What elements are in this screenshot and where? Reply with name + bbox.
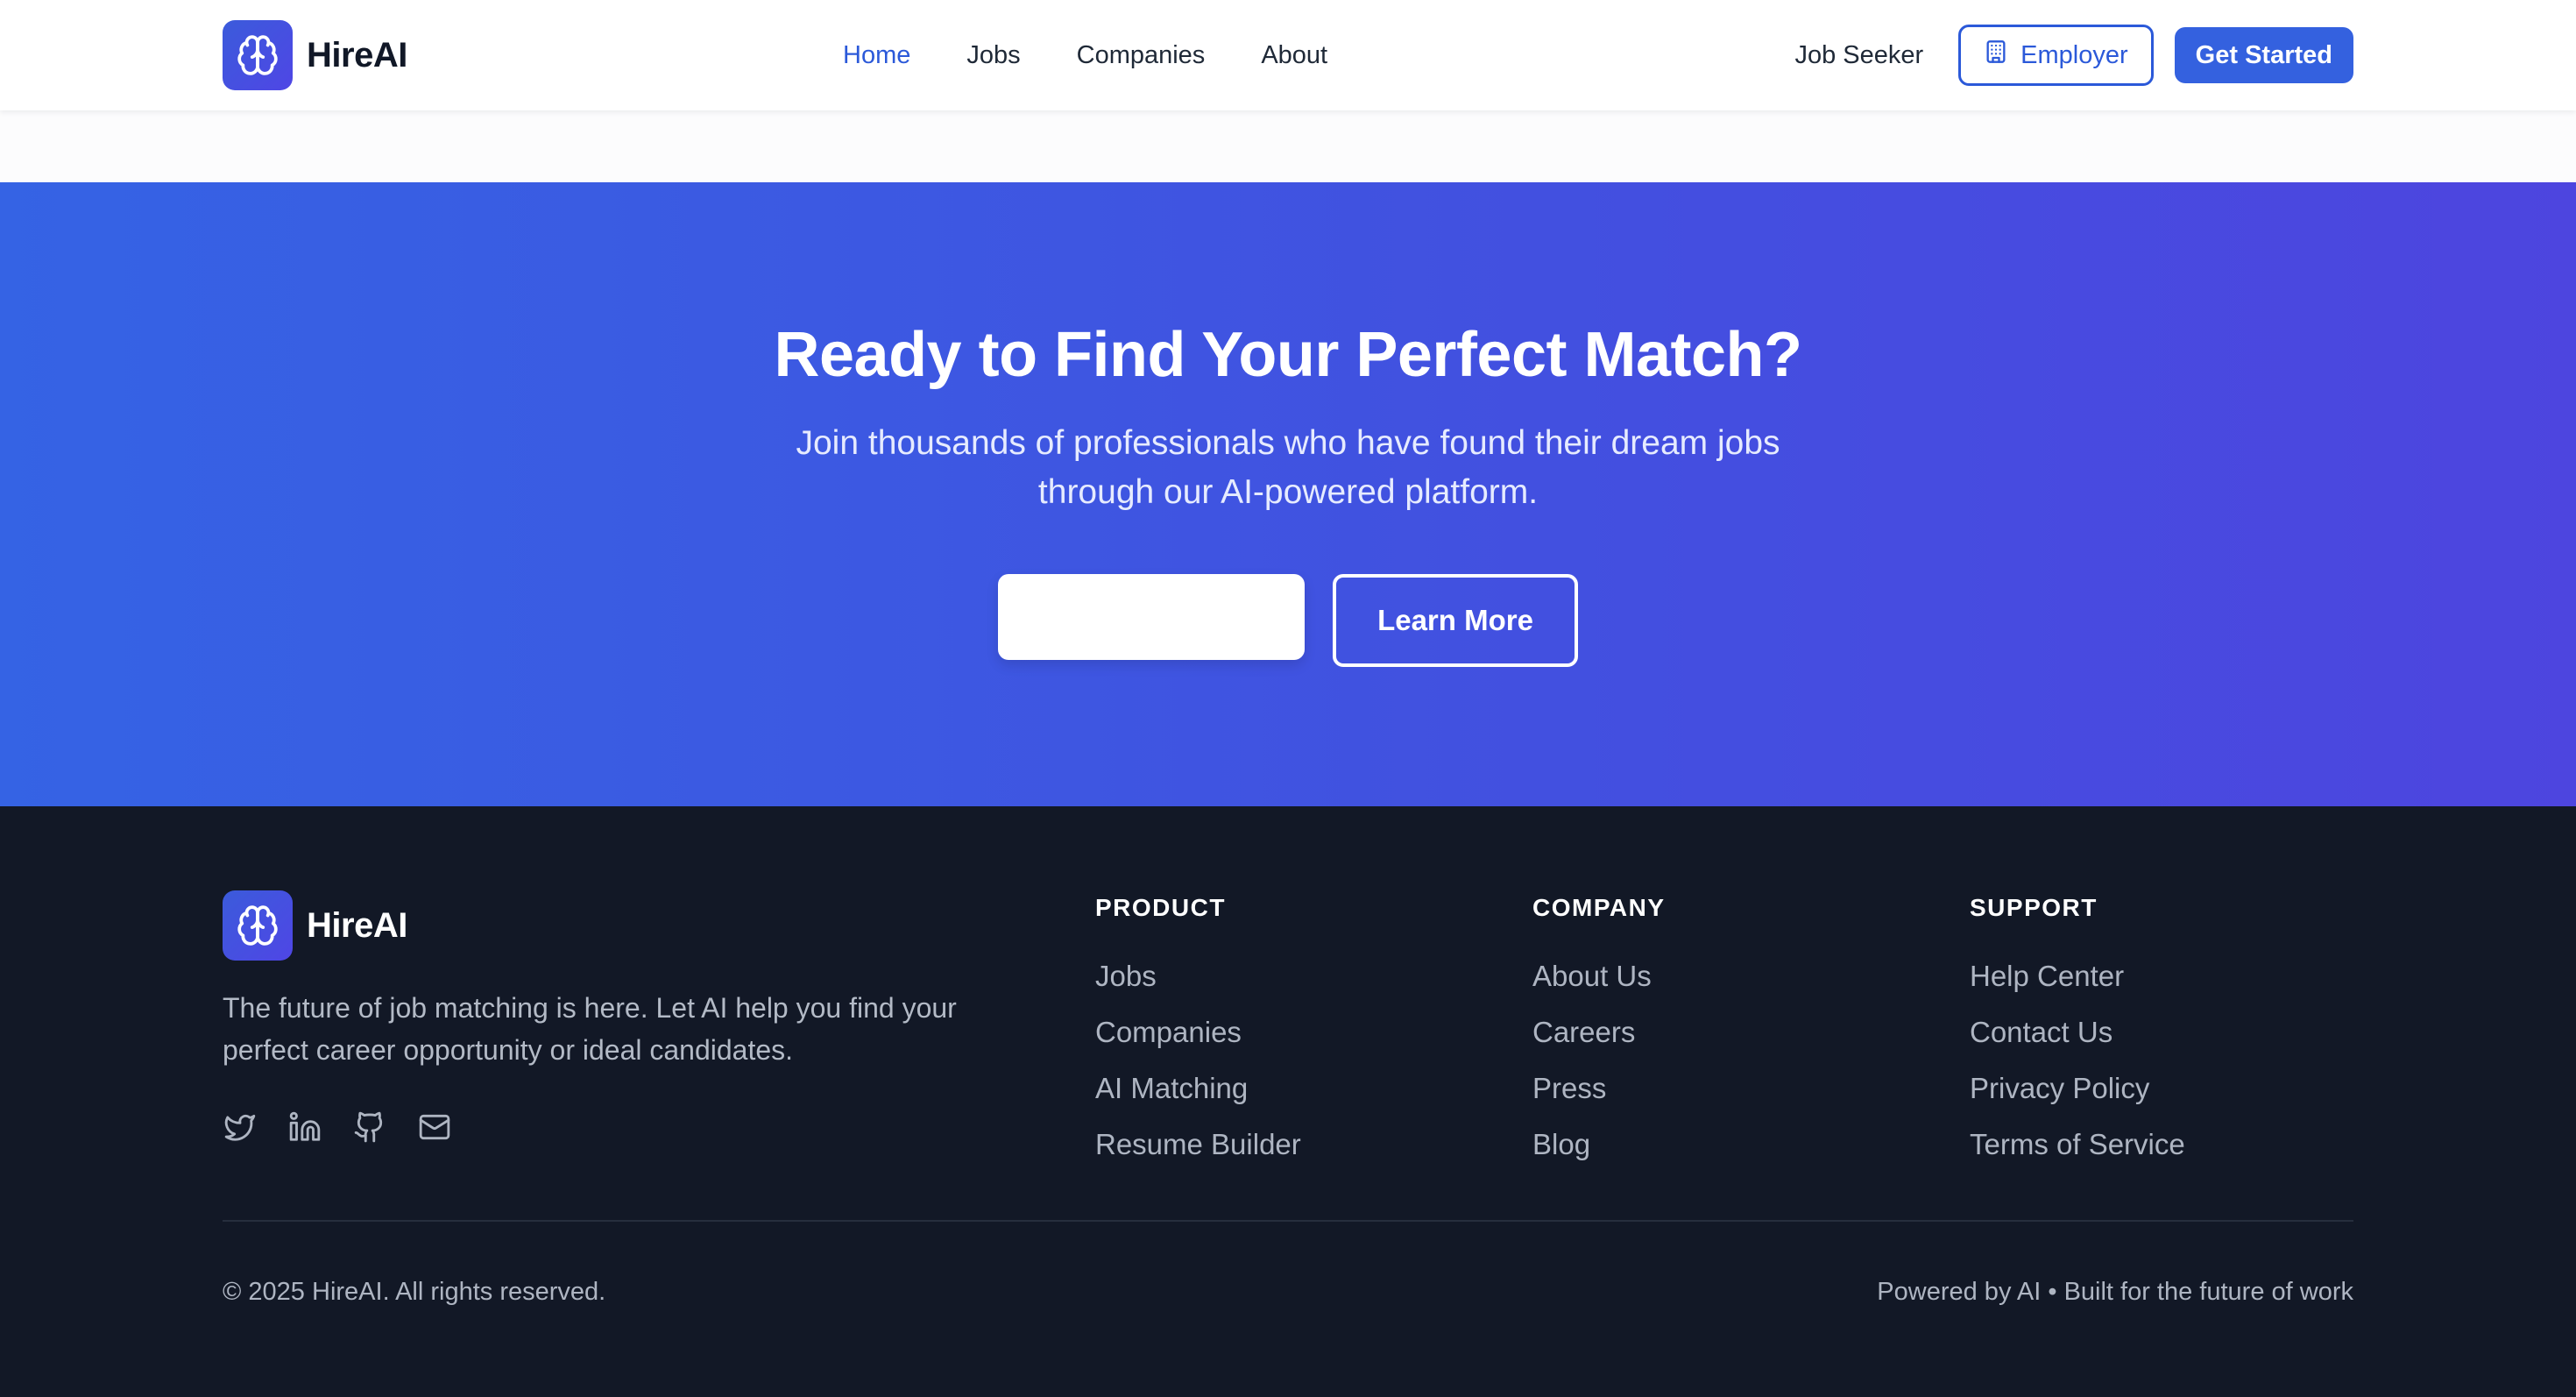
cta-subtitle: Join thousands of professionals who have…	[796, 424, 1780, 511]
job-seeker-link[interactable]: Job Seeker	[1794, 41, 1923, 70]
cta-buttons: Learn More	[0, 574, 2576, 667]
footer-link-ai-matching[interactable]: AI Matching	[1095, 1060, 1301, 1117]
footer-link-contact-us[interactable]: Contact Us	[1970, 1004, 2185, 1060]
footer-column-company: COMPANY About Us Careers Press Blog	[1532, 894, 1666, 1173]
nav-link-about[interactable]: About	[1261, 41, 1327, 70]
footer-column-product: PRODUCT Jobs Companies AI Matching Resum…	[1095, 894, 1301, 1173]
footer-column-support: SUPPORT Help Center Contact Us Privacy P…	[1970, 894, 2185, 1173]
main-nav: Home Jobs Companies About	[843, 0, 1327, 110]
footer-link-resume-builder[interactable]: Resume Builder	[1095, 1117, 1301, 1173]
footer-link-help-center[interactable]: Help Center	[1970, 948, 2185, 1004]
twitter-icon[interactable]	[223, 1110, 258, 1145]
footer-tagline: The future of job matching is here. Let …	[223, 992, 957, 1066]
nav-link-jobs[interactable]: Jobs	[966, 41, 1020, 70]
cta-title: Ready to Find Your Perfect Match?	[774, 320, 1802, 390]
footer-copyright: © 2025 HireAI. All rights reserved.	[223, 1278, 606, 1306]
header-spacer	[0, 110, 2576, 182]
employer-button-label: Employer	[2020, 40, 2128, 69]
footer-link-blog[interactable]: Blog	[1532, 1117, 1666, 1173]
footer-link-companies[interactable]: Companies	[1095, 1004, 1301, 1060]
nav-actions: Job Seeker Employer Get Started	[1794, 0, 2353, 110]
social-links	[223, 1110, 452, 1145]
cta-section: Ready to Find Your Perfect Match? Join t…	[0, 182, 2576, 806]
footer-brand[interactable]: HireAI	[223, 890, 407, 961]
nav-link-home[interactable]: Home	[843, 41, 910, 70]
top-navbar: HireAI Home Jobs Companies About Job See…	[0, 0, 2576, 110]
footer-link-about-us[interactable]: About Us	[1532, 948, 1666, 1004]
primary-cta-button[interactable]	[998, 574, 1305, 660]
footer-brand-name: HireAI	[307, 905, 407, 945]
github-icon[interactable]	[352, 1110, 387, 1145]
footer-powered-by: Powered by AI • Built for the future of …	[1877, 1278, 2353, 1306]
brain-icon	[223, 20, 293, 90]
footer-column-title: SUPPORT	[1970, 894, 2098, 921]
footer-link-careers[interactable]: Careers	[1532, 1004, 1666, 1060]
footer-link-privacy-policy[interactable]: Privacy Policy	[1970, 1060, 2185, 1117]
footer-link-press[interactable]: Press	[1532, 1060, 1666, 1117]
footer-link-jobs[interactable]: Jobs	[1095, 948, 1301, 1004]
brand-logo-link[interactable]: HireAI	[223, 20, 407, 90]
mail-icon[interactable]	[417, 1110, 452, 1145]
learn-more-button[interactable]: Learn More	[1333, 574, 1578, 667]
linkedin-icon[interactable]	[287, 1110, 322, 1145]
footer-link-terms-of-service[interactable]: Terms of Service	[1970, 1117, 2185, 1173]
building-icon	[1984, 39, 2008, 71]
employer-button[interactable]: Employer	[1958, 25, 2154, 86]
brain-icon	[223, 890, 293, 961]
brand-name: HireAI	[307, 35, 407, 74]
site-footer: HireAI The future of job matching is her…	[0, 806, 2576, 1397]
get-started-button[interactable]: Get Started	[2174, 27, 2353, 83]
nav-link-companies[interactable]: Companies	[1077, 41, 1206, 70]
footer-divider	[223, 1220, 2353, 1222]
footer-column-title: PRODUCT	[1095, 894, 1226, 921]
footer-column-title: COMPANY	[1532, 894, 1666, 921]
